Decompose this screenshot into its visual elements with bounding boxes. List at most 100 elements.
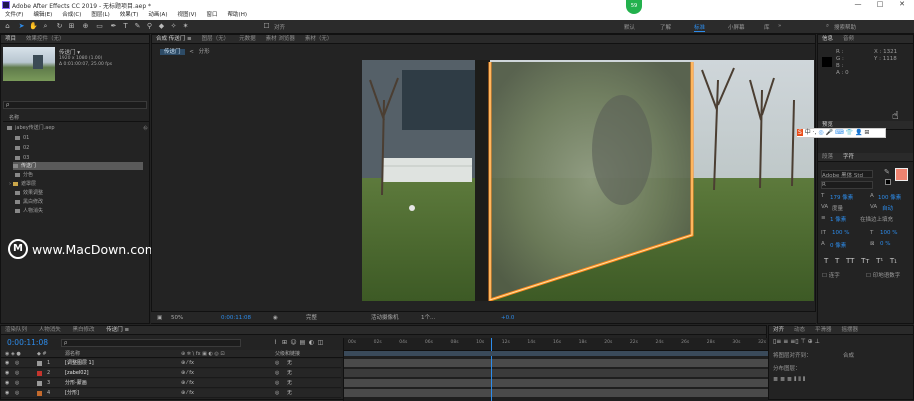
layer-label-color[interactable] bbox=[37, 371, 42, 376]
font-family-dropdown[interactable]: Adobe 黑体 Std bbox=[821, 170, 873, 179]
snap-checkbox-icon[interactable]: ☐ bbox=[262, 22, 271, 31]
menu-window[interactable]: 窗口 bbox=[202, 11, 223, 20]
tab-project[interactable]: 项目 bbox=[5, 36, 16, 42]
time-ruler[interactable]: 00s 02s 04s 06s 08s 10s 12s 14s 16s 18s 20s 22s 24s 2… bbox=[344, 338, 769, 351]
tab-composition[interactable]: 合成 传送门 ≡ bbox=[156, 36, 192, 42]
tab-character[interactable]: 字符 bbox=[843, 154, 854, 160]
pickwhip-icon[interactable]: ◎ bbox=[275, 380, 279, 387]
audio-icon[interactable]: ◎ bbox=[15, 380, 19, 387]
timeline-layer-row[interactable]: ◉ ◎ 4 [分形] ⊕ ⁄ fx ◎ 无 bbox=[1, 389, 341, 398]
tab-layer[interactable]: 图层（无） bbox=[202, 36, 230, 42]
layer-duration-bar[interactable] bbox=[344, 389, 769, 397]
layer-switches-icon[interactable]: ⊕ ⁄ fx bbox=[181, 390, 194, 397]
graph-editor-icon[interactable]: ◫ bbox=[316, 338, 325, 347]
timeline-search-input[interactable]: ρ bbox=[61, 339, 241, 347]
layer-switches-icon[interactable]: ⊕ ⁄ fx bbox=[181, 360, 194, 367]
layer-name[interactable]: [zabel02] bbox=[65, 370, 89, 377]
subtab-fractal[interactable]: 分形 bbox=[199, 49, 210, 55]
kerning-field[interactable]: 度量 bbox=[832, 204, 843, 212]
flowchart-icon[interactable]: ⛗ bbox=[143, 125, 148, 133]
menu-animation[interactable]: 动画(A) bbox=[143, 11, 172, 20]
workspace-standard[interactable]: 标准 bbox=[694, 23, 706, 32]
eraser-tool-icon[interactable]: ◆ bbox=[157, 22, 166, 31]
frame-blend-icon[interactable]: ▤ bbox=[298, 338, 307, 347]
font-size-field[interactable]: 179 像素 bbox=[830, 193, 853, 201]
parent-dropdown[interactable]: 无 bbox=[287, 380, 292, 387]
mask-icon[interactable]: ▣ bbox=[157, 312, 162, 324]
resolution-dropdown[interactable]: 完整 bbox=[306, 312, 317, 324]
menu-effect[interactable]: 效果(T) bbox=[115, 11, 144, 20]
tab-paragraph[interactable]: 段落 bbox=[822, 154, 833, 160]
subtab-portal[interactable]: 传送门 bbox=[160, 49, 185, 55]
leading-field[interactable]: 100 像素 bbox=[878, 193, 901, 201]
list-item[interactable]: 01 bbox=[15, 134, 29, 142]
pan-behind-tool-icon[interactable]: ⊕ bbox=[81, 22, 90, 31]
parent-dropdown[interactable]: 无 bbox=[287, 360, 292, 367]
visibility-eye-icon[interactable]: ◉ bbox=[5, 370, 9, 377]
distribute-hcenter-icon[interactable]: ⫴ bbox=[798, 376, 801, 383]
align-hcenter-icon[interactable]: ≡ bbox=[783, 338, 788, 345]
layer-duration-bar[interactable] bbox=[344, 369, 769, 377]
audio-icon[interactable]: ◎ bbox=[15, 360, 19, 367]
visibility-eye-icon[interactable]: ◉ bbox=[5, 380, 9, 387]
motion-blur-icon[interactable]: ◐ bbox=[307, 338, 316, 347]
audio-icon[interactable]: ◎ bbox=[15, 390, 19, 397]
list-item[interactable]: jabey传送门.aep bbox=[7, 124, 55, 132]
tab-effect-controls[interactable]: 效果控件（无） bbox=[26, 36, 65, 42]
source-name-header[interactable]: 源名称 bbox=[65, 350, 80, 358]
align-bottom-icon[interactable]: ⊥ bbox=[815, 338, 820, 345]
stroke-type-dropdown[interactable]: 在描边上填充 bbox=[860, 215, 893, 223]
tab-metadata[interactable]: 元数据 bbox=[239, 36, 256, 42]
tab-smoother[interactable]: 平滑器 bbox=[815, 327, 832, 333]
comp-marker-icon[interactable]: ⌇ bbox=[271, 338, 280, 347]
camera-dropdown[interactable]: 活动摄像机 bbox=[371, 312, 399, 324]
align-left-icon[interactable]: ▯≡ bbox=[773, 338, 781, 345]
type-tool-icon[interactable]: T bbox=[121, 22, 130, 31]
layer-name[interactable]: [调整图层 1] bbox=[65, 360, 94, 367]
layer-switches-icon[interactable]: ⊕ ⁄ fx bbox=[181, 370, 194, 377]
timeline-current-time[interactable]: 0:00:11:08 bbox=[7, 338, 48, 347]
list-item-selected[interactable]: 传送门 bbox=[13, 162, 143, 170]
tab-info[interactable]: 信息 bbox=[822, 36, 833, 42]
workspace-learn[interactable]: 了解 bbox=[660, 23, 671, 31]
distribute-bottom-icon[interactable]: ≣ bbox=[787, 376, 792, 383]
distribute-left-icon[interactable]: ⫴ bbox=[794, 376, 797, 383]
layer-name[interactable]: [分形] bbox=[65, 390, 79, 397]
font-style-dropdown[interactable]: R bbox=[821, 181, 873, 189]
tab-portal-timeline[interactable]: 传送门 ≡ bbox=[106, 327, 129, 333]
puppet-tool-icon[interactable]: ✶ bbox=[181, 22, 190, 31]
work-area-bar[interactable] bbox=[344, 351, 769, 356]
menu-layer[interactable]: 图层(L) bbox=[86, 11, 114, 20]
pen-tool-icon[interactable]: ✒ bbox=[109, 22, 118, 31]
project-search-input[interactable]: ρ bbox=[3, 101, 147, 109]
align-top-icon[interactable]: ⊤ bbox=[800, 338, 805, 345]
all-caps-button[interactable]: TT bbox=[846, 257, 854, 265]
tab-align[interactable]: 对齐 bbox=[773, 327, 784, 333]
vertical-scale-field[interactable]: 100 % bbox=[832, 230, 849, 236]
ime-emoji-icon[interactable]: ◎ bbox=[818, 129, 823, 136]
clone-stamp-tool-icon[interactable]: ⚲ bbox=[145, 22, 154, 31]
fill-color-swatch[interactable] bbox=[895, 168, 908, 181]
timeline-layer-row[interactable]: ◉ ◎ 3 分形-蒙画 ⊕ ⁄ fx ◎ 无 bbox=[1, 379, 341, 388]
home-icon[interactable]: ⌂ bbox=[3, 22, 12, 31]
timeline-layer-row[interactable]: ◉ ◎ 1 [调整图层 1] ⊕ ⁄ fx ◎ 无 bbox=[1, 359, 341, 368]
tab-wiggler[interactable]: 摇摆器 bbox=[842, 327, 859, 333]
subscript-button[interactable]: T₁ bbox=[890, 257, 897, 265]
workspace-more-icon[interactable]: » bbox=[778, 23, 781, 29]
pickwhip-icon[interactable]: ◎ bbox=[275, 390, 279, 397]
layer-name[interactable]: 分形-蒙画 bbox=[65, 380, 87, 387]
layer-label-color[interactable] bbox=[37, 391, 42, 396]
tab-bw-modify[interactable]: 黑白修改 bbox=[73, 327, 95, 333]
baseline-shift-field[interactable]: 0 像素 bbox=[830, 241, 846, 249]
tab-person-disappear[interactable]: 人物消失 bbox=[39, 327, 61, 333]
ime-toolbox-icon[interactable]: ⊞ bbox=[864, 129, 869, 136]
tab-audio[interactable]: 音频 bbox=[843, 36, 854, 42]
tab-dynamics[interactable]: 动态 bbox=[794, 327, 805, 333]
search-help-input[interactable]: 搜索帮助 bbox=[834, 23, 856, 31]
ime-keyboard-icon[interactable]: ⌨ bbox=[835, 129, 844, 136]
timeline-layer-row[interactable]: ◉ ◎ 2 [zabel02] ⊕ ⁄ fx ◎ 无 bbox=[1, 369, 341, 378]
menu-view[interactable]: 视图(V) bbox=[172, 11, 201, 20]
zoom-tool-icon[interactable]: ⌕ bbox=[41, 22, 50, 31]
view-layout-dropdown[interactable]: 1个... bbox=[421, 312, 435, 324]
workspace-library[interactable]: 库 bbox=[764, 23, 770, 31]
